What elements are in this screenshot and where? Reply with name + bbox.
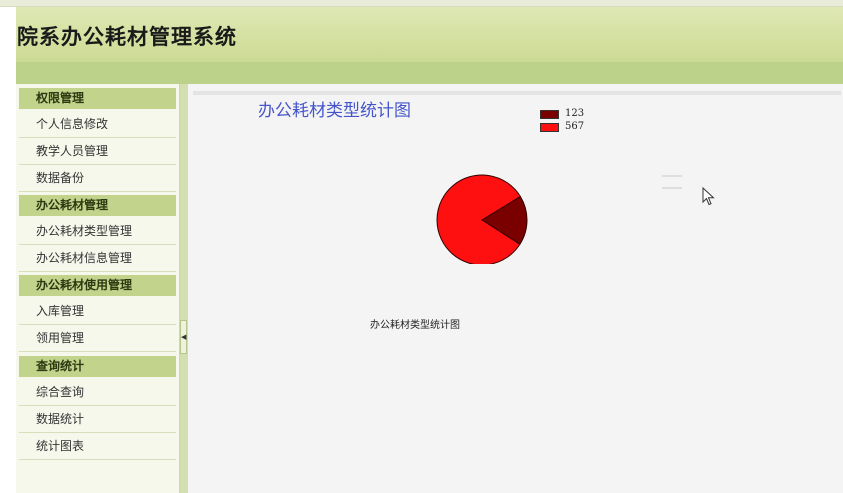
sidebar-group-permissions[interactable]: 权限管理	[19, 88, 176, 109]
main-top-divider	[193, 91, 841, 95]
sidebar: 权限管理 个人信息修改 教学人员管理 数据备份 办公耗材管理 办公耗材类型管理 …	[16, 84, 180, 493]
pie-clip-mask	[426, 264, 536, 270]
sidebar-item-data-backup[interactable]: 数据备份	[19, 165, 176, 192]
collapse-left-icon[interactable]: ◀	[180, 320, 187, 354]
faint-artifact	[662, 175, 682, 189]
sidebar-item-supply-info[interactable]: 办公耗材信息管理	[19, 245, 176, 272]
sidebar-group-supplies[interactable]: 办公耗材管理	[19, 195, 176, 216]
legend-item-0: 123	[540, 108, 620, 120]
legend-swatch-1	[540, 123, 559, 132]
sidebar-item-combined-query[interactable]: 综合查询	[19, 379, 176, 406]
pie-chart	[426, 174, 536, 270]
legend-label-0: 123	[565, 108, 585, 119]
chart-title: 办公耗材类型统计图	[258, 101, 411, 121]
legend-item-1: 567	[540, 121, 620, 133]
legend-label-1: 567	[565, 121, 585, 132]
sidebar-item-stock-in[interactable]: 入库管理	[19, 298, 176, 325]
sidebar-group-supply-usage[interactable]: 办公耗材使用管理	[19, 275, 176, 296]
header-band	[16, 62, 843, 84]
sidebar-item-requisition[interactable]: 领用管理	[19, 325, 176, 352]
main-content	[188, 84, 843, 493]
sidebar-item-supply-types[interactable]: 办公耗材类型管理	[19, 218, 176, 245]
legend-swatch-0	[540, 110, 559, 119]
app-title: 院系办公耗材管理系统	[17, 24, 237, 49]
sidebar-item-staff-management[interactable]: 教学人员管理	[19, 138, 176, 165]
sidebar-item-profile-edit[interactable]: 个人信息修改	[19, 111, 176, 138]
sidebar-group-query-stats[interactable]: 查询统计	[19, 356, 176, 377]
chart-caption: 办公耗材类型统计图	[370, 320, 460, 331]
mouse-cursor-icon	[702, 187, 715, 206]
header-edge	[0, 7, 16, 84]
sidebar-item-statistics-chart[interactable]: 统计图表	[19, 433, 176, 460]
sidebar-splitter[interactable]	[180, 84, 188, 493]
browser-toolbar-strip	[0, 0, 843, 7]
sidebar-item-data-statistics[interactable]: 数据统计	[19, 406, 176, 433]
